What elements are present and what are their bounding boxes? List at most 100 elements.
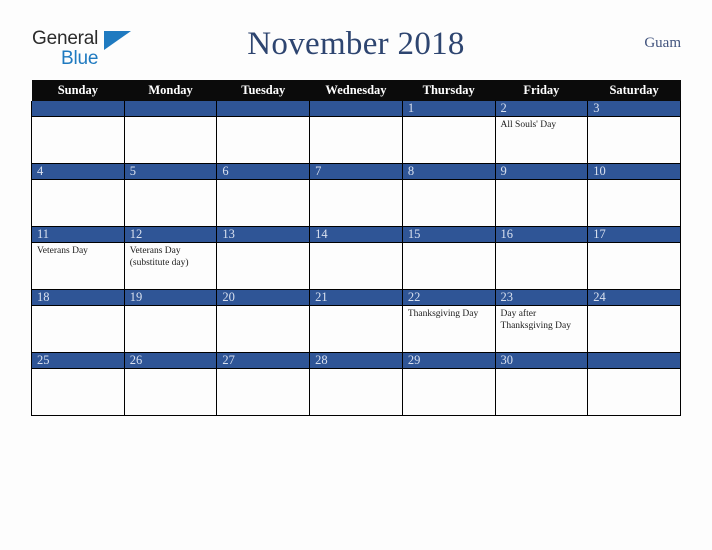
- day-events: [217, 180, 309, 183]
- day-events: [403, 180, 495, 183]
- day-number: [32, 101, 124, 117]
- calendar-week-row: 11 Veterans Day 12 Veterans Day (substitute…: [31, 226, 681, 290]
- holiday-label: Veterans Day (substitute day): [129, 246, 189, 268]
- calendar-body: 1 2 All Souls' Day 3 4 5 6 7 8 9 10 11 Veterans Day 1…: [31, 101, 681, 416]
- calendar-week-row: 25 26 27 28 29 30: [31, 352, 681, 416]
- day-number: 10: [588, 164, 680, 180]
- calendar-day-cell[interactable]: 12 Veterans Day (substitute day): [123, 226, 218, 290]
- day-number: 15: [402, 227, 495, 243]
- day-events: [125, 117, 217, 120]
- day-number: 22: [402, 290, 495, 306]
- day-events: [403, 243, 495, 246]
- calendar-day-cell[interactable]: 19: [123, 289, 218, 353]
- calendar-day-cell[interactable]: 14: [309, 226, 403, 290]
- day-events: [496, 180, 588, 183]
- day-events: [217, 243, 309, 246]
- day-number: [124, 101, 217, 117]
- holiday-label: Day after Thanksgiving Day: [500, 309, 571, 331]
- calendar-day-cell[interactable]: 9: [494, 163, 589, 227]
- calendar-day-cell[interactable]: 20: [216, 289, 311, 353]
- day-events: [310, 243, 402, 246]
- day-events: Day after Thanksgiving Day: [496, 306, 588, 332]
- calendar-day-cell[interactable]: 16: [494, 226, 589, 290]
- calendar-day-cell[interactable]: 29: [401, 352, 496, 416]
- holiday-label: Veterans Day: [37, 246, 88, 256]
- calendar-empty-cell: [309, 101, 403, 164]
- calendar-day-cell[interactable]: 5: [123, 163, 218, 227]
- day-number: 27: [217, 353, 310, 369]
- country-label: Guam: [644, 35, 681, 51]
- calendar-page: General Blue November 2018 Guam Sunday M…: [0, 0, 712, 550]
- calendar-empty-cell: [216, 101, 311, 164]
- calendar-day-cell[interactable]: 13: [216, 226, 311, 290]
- day-number: 23: [495, 290, 588, 306]
- day-events: [217, 117, 309, 120]
- day-events: [125, 306, 217, 309]
- calendar-day-cell[interactable]: 7: [309, 163, 403, 227]
- calendar-day-cell[interactable]: 30: [494, 352, 589, 416]
- weekday-header-tuesday: Tuesday: [216, 80, 310, 101]
- calendar-day-cell[interactable]: 15: [401, 226, 496, 290]
- day-events: [588, 369, 680, 372]
- day-number: 26: [124, 353, 217, 369]
- day-events: [496, 243, 588, 246]
- day-number: 25: [32, 353, 124, 369]
- day-events: [588, 306, 680, 309]
- page-title: November 2018: [247, 26, 465, 62]
- day-number: 5: [124, 164, 217, 180]
- holiday-label: Thanksgiving Day: [407, 309, 479, 319]
- day-events: [496, 369, 588, 372]
- day-events: [217, 369, 309, 372]
- calendar-day-cell[interactable]: 6: [216, 163, 311, 227]
- day-number: 13: [217, 227, 310, 243]
- calendar-day-cell[interactable]: 26: [123, 352, 218, 416]
- day-events: [32, 180, 124, 183]
- day-events: [588, 243, 680, 246]
- calendar-empty-cell: [123, 101, 218, 164]
- holiday-label: All Souls' Day: [500, 120, 557, 130]
- calendar-day-cell[interactable]: 22 Thanksgiving Day: [401, 289, 496, 353]
- day-events: [125, 369, 217, 372]
- day-events: All Souls' Day: [496, 117, 588, 132]
- day-number: 12: [124, 227, 217, 243]
- day-events: Thanksgiving Day: [403, 306, 495, 321]
- weekday-header-sunday: Sunday: [31, 80, 125, 101]
- calendar-day-cell[interactable]: 2 All Souls' Day: [494, 101, 589, 164]
- calendar-empty-cell: [31, 101, 125, 164]
- day-events: [403, 369, 495, 372]
- day-events: [125, 180, 217, 183]
- day-number: 24: [588, 290, 680, 306]
- day-events: Veterans Day: [32, 243, 124, 258]
- calendar-day-cell[interactable]: 4: [31, 163, 125, 227]
- day-number: 7: [310, 164, 402, 180]
- calendar-week-row: 1 2 All Souls' Day 3: [31, 101, 681, 164]
- calendar-day-cell[interactable]: 27: [216, 352, 311, 416]
- calendar-day-cell[interactable]: 11 Veterans Day: [31, 226, 125, 290]
- calendar-day-cell[interactable]: 21: [309, 289, 403, 353]
- calendar-day-cell[interactable]: 24: [587, 289, 681, 353]
- day-number: 11: [32, 227, 124, 243]
- calendar-day-cell[interactable]: 18: [31, 289, 125, 353]
- day-number: 17: [588, 227, 680, 243]
- calendar-day-cell[interactable]: 23 Day after Thanksgiving Day: [494, 289, 589, 353]
- weekday-header-wednesday: Wednesday: [309, 80, 403, 101]
- day-number: 19: [124, 290, 217, 306]
- day-number: 2: [495, 101, 588, 117]
- weekday-header-saturday: Saturday: [587, 80, 681, 101]
- calendar-day-cell[interactable]: 17: [587, 226, 681, 290]
- day-number: [588, 353, 680, 369]
- day-number: 16: [495, 227, 588, 243]
- day-number: 21: [310, 290, 402, 306]
- calendar-day-cell[interactable]: 10: [587, 163, 681, 227]
- day-number: 6: [217, 164, 310, 180]
- calendar-day-cell[interactable]: 25: [31, 352, 125, 416]
- calendar-day-cell[interactable]: 3: [587, 101, 681, 164]
- calendar-day-cell[interactable]: 28: [309, 352, 403, 416]
- day-number: 29: [402, 353, 495, 369]
- day-events: [32, 117, 124, 120]
- day-events: [32, 306, 124, 309]
- day-number: [310, 101, 402, 117]
- calendar-day-cell[interactable]: 8: [401, 163, 496, 227]
- calendar-day-cell[interactable]: 1: [401, 101, 496, 164]
- day-number: 9: [495, 164, 588, 180]
